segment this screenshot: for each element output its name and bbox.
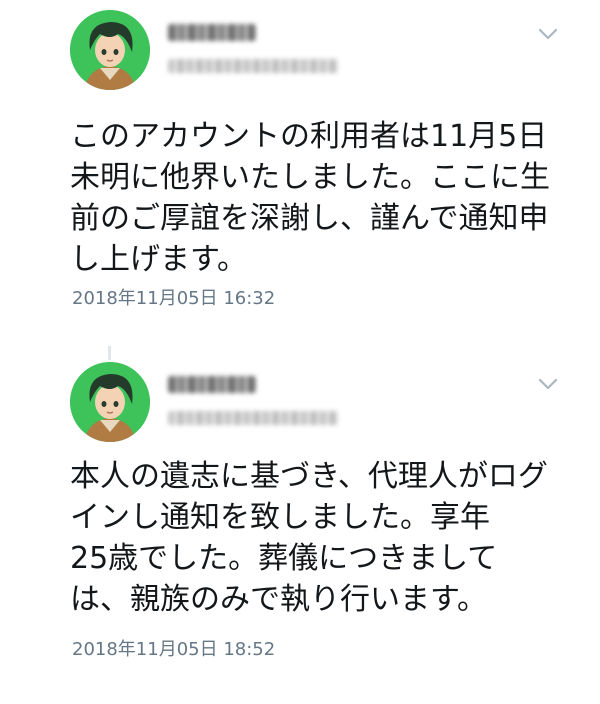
tweet-text-line: インし通知を致しました。享年 xyxy=(70,500,490,535)
tweet-text: このアカウントの利用者は11月5日 未明に他界いたしました。ここに生 前のご厚誼… xyxy=(70,116,580,280)
user-identity[interactable] xyxy=(168,376,338,425)
user-identity[interactable] xyxy=(168,24,338,73)
tweet-text-line: 前のご厚誼を深謝し、謹んで通知申 xyxy=(70,201,549,236)
tweet-text-line: 25歳でした。葬儀につきまして xyxy=(70,541,498,576)
tweet-text-line: し上げます。 xyxy=(70,242,247,277)
blurred-username xyxy=(168,411,338,425)
tweet[interactable]: 本人の遺志に基づき、代理人がログ インし通知を致しました。享年 25歳でした。葬… xyxy=(0,340,600,704)
timestamp[interactable]: 2018年11月05日 16:32 xyxy=(72,284,275,310)
tweet-text: 本人の遺志に基づき、代理人がログ インし通知を致しました。享年 25歳でした。葬… xyxy=(70,456,580,620)
avatar[interactable] xyxy=(70,10,150,90)
blurred-display-name xyxy=(168,24,256,41)
chevron-down-icon[interactable] xyxy=(536,26,560,42)
chevron-down-icon[interactable] xyxy=(536,376,560,392)
anime-character-avatar-icon xyxy=(70,362,150,442)
tweet-text-line: このアカウントの利用者は11月5日 xyxy=(70,119,548,154)
tweet-text-line: は、親族のみで執り行います。 xyxy=(70,582,487,617)
anime-character-avatar-icon xyxy=(70,10,150,90)
tweet[interactable]: このアカウントの利用者は11月5日 未明に他界いたしました。ここに生 前のご厚誼… xyxy=(0,0,600,330)
blurred-display-name xyxy=(168,376,256,393)
timestamp[interactable]: 2018年11月05日 18:52 xyxy=(72,635,275,661)
tweet-text-line: 本人の遺志に基づき、代理人がログ xyxy=(70,459,548,494)
avatar[interactable] xyxy=(70,362,150,442)
blurred-username xyxy=(168,59,338,73)
tweet-text-line: 未明に他界いたしました。ここに生 xyxy=(70,160,550,195)
